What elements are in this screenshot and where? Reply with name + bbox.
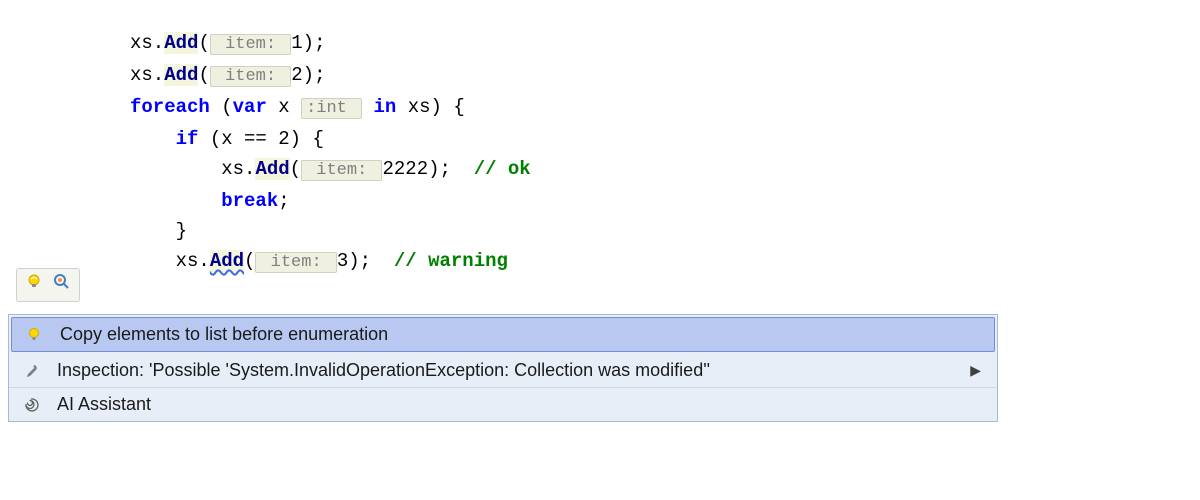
code-text: 2	[291, 64, 302, 86]
lightbulb-icon[interactable]	[25, 273, 43, 297]
parameter-hint: item:	[255, 252, 336, 273]
code-text: 2222	[382, 158, 428, 180]
method-name: Add	[164, 64, 198, 86]
code-text	[130, 158, 221, 180]
code-text: 3	[337, 250, 348, 272]
popup-item-ai-assistant[interactable]: AI Assistant	[9, 388, 997, 421]
method-name-warning: Add	[210, 250, 244, 272]
parameter-hint: item:	[210, 34, 291, 55]
code-text: xs.	[130, 64, 164, 86]
popup-item-inspection[interactable]: Inspection: 'Possible 'System.InvalidOpe…	[9, 354, 997, 388]
code-text: (	[198, 64, 209, 86]
code-text: x	[267, 96, 301, 118]
keyword: break	[221, 190, 278, 212]
keyword: var	[233, 96, 267, 118]
keyword: foreach	[130, 96, 210, 118]
code-text	[130, 128, 176, 150]
code-text: xs.	[130, 32, 164, 54]
code-text: ;	[278, 190, 289, 212]
code-text: xs.	[221, 158, 255, 180]
parameter-hint: item:	[301, 160, 382, 181]
quick-fix-popup: Copy elements to list before enumeration…	[8, 314, 998, 422]
code-text: (x == 2) {	[198, 128, 323, 150]
code-line: foreach (var x :int in xs) {	[130, 92, 1200, 124]
inspect-icon[interactable]	[53, 273, 71, 297]
code-text: (	[210, 96, 233, 118]
code-text: (	[290, 158, 301, 180]
keyword: in	[362, 96, 396, 118]
code-text: xs.	[176, 250, 210, 272]
wrench-icon	[21, 361, 41, 381]
chevron-right-icon: ▶	[970, 362, 981, 379]
code-line: if (x == 2) {	[130, 124, 1200, 154]
code-text: );	[428, 158, 474, 180]
lightbulb-icon	[24, 325, 44, 345]
code-line: break;	[130, 186, 1200, 216]
type-hint: :int	[301, 98, 362, 119]
code-text	[130, 190, 221, 212]
code-text: }	[130, 220, 187, 242]
comment: // ok	[474, 158, 531, 180]
code-line: xs.Add( item: 2222); // ok	[130, 154, 1200, 186]
code-line: xs.Add( item: 1);	[130, 28, 1200, 60]
keyword: if	[176, 128, 199, 150]
code-text: (	[244, 250, 255, 272]
code-editor[interactable]: xs.Add( item: 1); xs.Add( item: 2); fore…	[0, 0, 1200, 278]
code-line: xs.Add( item: 2);	[130, 60, 1200, 92]
code-text: );	[303, 32, 326, 54]
spiral-icon	[21, 395, 41, 415]
code-text: xs) {	[396, 96, 464, 118]
popup-item-copy-elements[interactable]: Copy elements to list before enumeration	[11, 317, 995, 352]
popup-item-label: Copy elements to list before enumeration	[60, 324, 982, 345]
code-text	[130, 250, 176, 272]
code-text: );	[348, 250, 394, 272]
comment: // warning	[394, 250, 508, 272]
code-text: );	[303, 64, 326, 86]
parameter-hint: item:	[210, 66, 291, 87]
method-name: Add	[164, 32, 198, 54]
code-line: }	[130, 216, 1200, 246]
code-text: (	[198, 32, 209, 54]
quick-fix-gutter[interactable]	[16, 268, 80, 302]
code-text: 1	[291, 32, 302, 54]
popup-item-label: Inspection: 'Possible 'System.InvalidOpe…	[57, 360, 954, 381]
popup-item-label: AI Assistant	[57, 394, 985, 415]
method-name: Add	[255, 158, 289, 180]
code-line: xs.Add( item: 3); // warning	[130, 246, 1200, 278]
